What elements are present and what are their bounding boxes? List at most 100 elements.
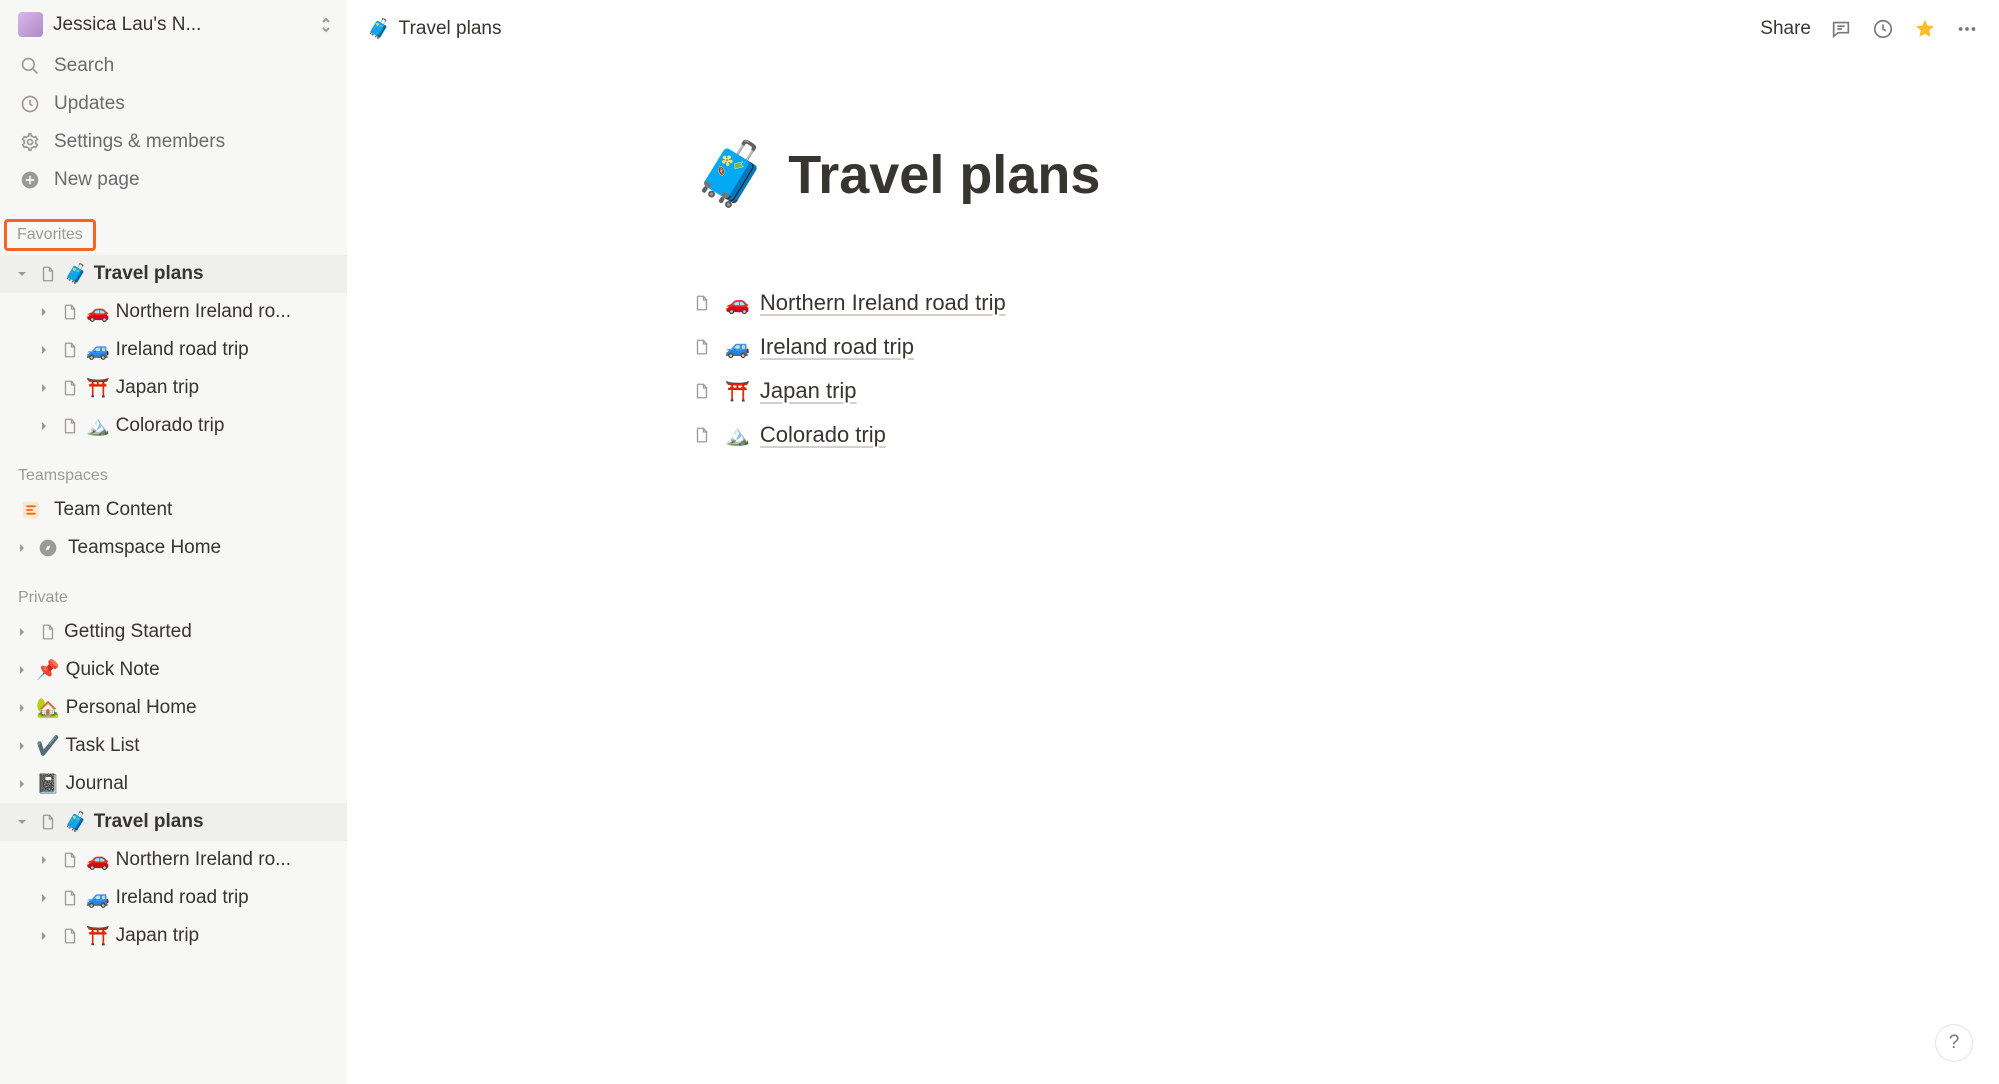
- chevron-right-icon[interactable]: [12, 778, 32, 790]
- chevron-right-icon[interactable]: [34, 420, 54, 432]
- favorites-child-3[interactable]: 🏔️ Colorado trip: [0, 407, 347, 445]
- page-link-label: Colorado trip: [760, 422, 886, 448]
- private-page-7[interactable]: 🚙Ireland road trip: [0, 879, 347, 917]
- comments-icon[interactable]: [1829, 17, 1853, 41]
- section-favorites-header[interactable]: Favorites: [4, 219, 96, 251]
- page-emoji: 🏡: [36, 696, 60, 720]
- breadcrumb[interactable]: 🧳 Travel plans: [367, 17, 501, 41]
- page-label: Northern Ireland ro...: [116, 301, 291, 323]
- teamspace-home[interactable]: Teamspace Home: [0, 529, 347, 567]
- page-link-1[interactable]: 🚙Ireland road trip: [693, 325, 1653, 369]
- star-icon[interactable]: [1913, 17, 1937, 41]
- chevron-right-icon[interactable]: [12, 664, 32, 676]
- page-icon: [693, 382, 715, 400]
- page-emoji: 🧳: [64, 262, 88, 286]
- page-emoji: 🏔️: [725, 423, 750, 448]
- sidebar-settings-label: Settings & members: [54, 131, 225, 153]
- chevron-right-icon[interactable]: [34, 892, 54, 904]
- private-page-4[interactable]: 📓 Journal: [0, 765, 347, 803]
- sidebar-settings[interactable]: Settings & members: [0, 123, 347, 161]
- chevron-right-icon[interactable]: [34, 930, 54, 942]
- chevron-right-icon[interactable]: [12, 542, 32, 554]
- workspace-avatar: [18, 12, 43, 37]
- page-emoji: 🚗: [86, 300, 110, 324]
- breadcrumb-emoji: 🧳: [367, 17, 391, 41]
- sidebar-newpage[interactable]: New page: [0, 161, 347, 199]
- sidebar-search[interactable]: Search: [0, 47, 347, 85]
- page-emoji: 🧳: [64, 810, 88, 834]
- page-label: Travel plans: [94, 263, 204, 285]
- compass-icon: [36, 538, 60, 558]
- section-teamspaces-header[interactable]: Teamspaces: [0, 465, 347, 491]
- page-icon: [58, 379, 82, 397]
- page-emoji: 📌: [36, 658, 60, 682]
- page-icon: [58, 417, 82, 435]
- breadcrumb-title: Travel plans: [399, 18, 502, 40]
- search-icon: [18, 54, 42, 78]
- chevron-right-icon[interactable]: [34, 344, 54, 356]
- workspace-name: Jessica Lau's N...: [53, 14, 309, 36]
- chevron-right-icon[interactable]: [34, 306, 54, 318]
- page-label: Ireland road trip: [116, 339, 249, 361]
- page-title-text[interactable]: Travel plans: [788, 144, 1100, 206]
- page-link-0[interactable]: 🚗 Northern Ireland road trip: [693, 281, 1653, 325]
- page-link-label: Japan trip: [760, 378, 857, 404]
- section-private-header[interactable]: Private: [0, 587, 347, 613]
- favorites-child-2[interactable]: ⛩️ Japan trip: [0, 369, 347, 407]
- page-link-label: Northern Ireland road trip: [760, 290, 1006, 316]
- page-emoji: 🚗: [725, 291, 750, 316]
- more-icon[interactable]: [1955, 17, 1979, 41]
- favorites-travel-plans[interactable]: 🧳 Travel plans: [0, 255, 347, 293]
- teamspace-team-content[interactable]: Team Content: [0, 491, 347, 529]
- private-page-1[interactable]: 📌 Quick Note: [0, 651, 347, 689]
- teamspace-label: Team Content: [54, 499, 172, 521]
- plus-circle-icon: [18, 168, 42, 192]
- private-page-0[interactable]: Getting Started: [0, 613, 347, 651]
- clock-icon[interactable]: [1871, 17, 1895, 41]
- page-emoji: ✔️: [36, 734, 60, 758]
- chevron-right-icon[interactable]: [34, 382, 54, 394]
- chevron-right-icon[interactable]: [12, 740, 32, 752]
- share-button[interactable]: Share: [1760, 18, 1811, 40]
- page-title-emoji[interactable]: 🧳: [693, 138, 770, 211]
- gear-icon: [18, 130, 42, 154]
- sidebar-search-label: Search: [54, 55, 114, 77]
- private-page-8[interactable]: ⛩️Japan trip: [0, 917, 347, 955]
- private-page-6[interactable]: 🚗Northern Ireland ro...: [0, 841, 347, 879]
- page-emoji: 📓: [36, 772, 60, 796]
- page-label: Japan trip: [116, 377, 199, 399]
- workspace-switcher[interactable]: Jessica Lau's N...: [0, 8, 347, 47]
- page-icon: [693, 338, 715, 356]
- page-emoji: 🏔️: [86, 414, 110, 438]
- page-label: Getting Started: [64, 621, 192, 643]
- page-icon: [36, 623, 60, 641]
- chevron-right-icon[interactable]: [34, 854, 54, 866]
- chevron-right-icon[interactable]: [12, 626, 32, 638]
- page-emoji: 🚙: [86, 338, 110, 362]
- private-page-3[interactable]: ✔️Task List: [0, 727, 347, 765]
- page-icon: [36, 265, 60, 283]
- page-link-3[interactable]: 🏔️ Colorado trip: [693, 413, 1653, 457]
- favorites-child-0[interactable]: 🚗 Northern Ireland ro...: [0, 293, 347, 331]
- page-title[interactable]: 🧳 Travel plans: [693, 138, 1653, 211]
- page-icon: [58, 341, 82, 359]
- page-emoji: 🚙: [86, 886, 110, 910]
- page-label: Colorado trip: [116, 415, 225, 437]
- page-link-2[interactable]: ⛩️ Japan trip: [693, 369, 1653, 413]
- page-icon: [693, 426, 715, 444]
- page-emoji: ⛩️: [725, 379, 750, 404]
- private-page-2[interactable]: 🏡Personal Home: [0, 689, 347, 727]
- clock-icon: [18, 92, 42, 116]
- page-label: Quick Note: [66, 659, 160, 681]
- page-label: Japan trip: [116, 925, 199, 947]
- favorites-child-1[interactable]: 🚙 Ireland road trip: [0, 331, 347, 369]
- chevron-down-icon[interactable]: [12, 816, 32, 828]
- help-button[interactable]: ?: [1935, 1024, 1973, 1062]
- chevron-down-icon[interactable]: [12, 268, 32, 280]
- page-icon: [58, 927, 82, 945]
- page-label: Journal: [66, 773, 128, 795]
- private-page-5[interactable]: 🧳Travel plans: [0, 803, 347, 841]
- chevron-right-icon[interactable]: [12, 702, 32, 714]
- page-emoji: 🚙: [725, 335, 750, 360]
- sidebar-updates[interactable]: Updates: [0, 85, 347, 123]
